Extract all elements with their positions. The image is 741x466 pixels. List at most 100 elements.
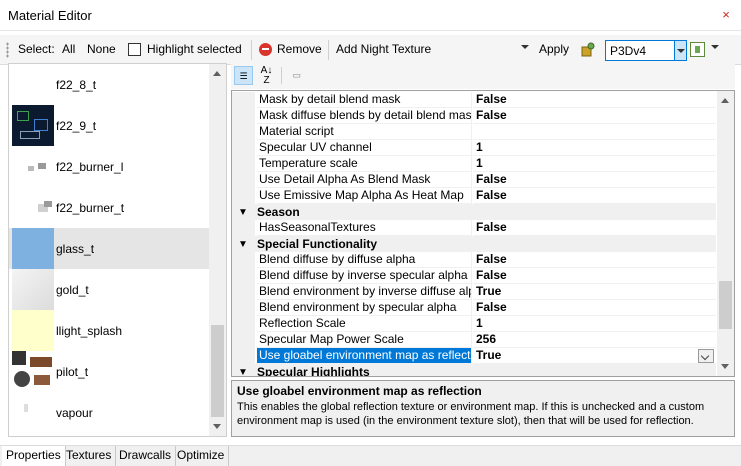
select-all-button[interactable]: All bbox=[62, 42, 75, 56]
texture-thumbnail bbox=[12, 146, 54, 187]
property-value[interactable] bbox=[473, 124, 716, 140]
list-item[interactable]: f22_9_t bbox=[9, 105, 210, 146]
categorized-view-icon[interactable]: ☰ bbox=[234, 66, 253, 85]
list-item[interactable]: gold_t bbox=[9, 269, 210, 310]
property-row[interactable]: Use Detail Alpha As Blend Mask False bbox=[232, 172, 716, 188]
property-name: Mask by detail blend mask bbox=[257, 92, 472, 108]
collapse-icon[interactable]: ▼ bbox=[238, 367, 248, 376]
texture-thumbnail bbox=[12, 228, 54, 269]
close-icon[interactable]: × bbox=[719, 8, 733, 22]
property-value[interactable]: True bbox=[473, 284, 716, 300]
property-value[interactable]: 1 bbox=[473, 140, 716, 156]
alphabetical-sort-icon[interactable]: A↓ Z bbox=[257, 66, 276, 86]
texture-label: f22_8_t bbox=[56, 78, 97, 92]
property-name: Use Emissive Map Alpha As Heat Map bbox=[257, 188, 472, 204]
property-row[interactable]: Mask diffuse blends by detail blend mask… bbox=[232, 108, 716, 124]
property-pages-icon[interactable]: ▭ bbox=[287, 66, 306, 85]
toolbar-grip-icon[interactable] bbox=[6, 42, 9, 58]
list-item[interactable]: glass_t bbox=[9, 228, 210, 269]
platform-select[interactable]: P3Dv4 bbox=[605, 40, 687, 61]
export-icon[interactable] bbox=[690, 42, 705, 57]
property-value[interactable]: False bbox=[473, 252, 716, 268]
scroll-up-icon[interactable] bbox=[213, 71, 221, 76]
property-value-dropdown[interactable]: True bbox=[473, 348, 716, 364]
property-value[interactable]: False bbox=[473, 172, 716, 188]
list-item[interactable]: llight_splash bbox=[9, 310, 210, 351]
property-row[interactable]: Specular UV channel 1 bbox=[232, 140, 716, 156]
category-name: Season bbox=[257, 205, 300, 219]
scroll-down-icon[interactable] bbox=[213, 424, 221, 429]
highlight-selected-checkbox[interactable] bbox=[128, 43, 141, 56]
property-value[interactable]: 1 bbox=[473, 156, 716, 172]
texture-label: llight_splash bbox=[56, 324, 123, 338]
property-value[interactable]: 1 bbox=[473, 316, 716, 332]
property-row[interactable]: Blend diffuse by inverse specular alpha … bbox=[232, 268, 716, 284]
property-row[interactable]: Material script bbox=[232, 124, 716, 140]
property-row[interactable]: Reflection Scale 1 bbox=[232, 316, 716, 332]
description-text: This enables the global reflection textu… bbox=[237, 401, 705, 427]
category-name: Specular Highlights bbox=[257, 365, 370, 377]
property-row[interactable]: Blend environment by specular alpha Fals… bbox=[232, 300, 716, 316]
toolbar: Select: All None Highlight selected Remo… bbox=[0, 35, 741, 65]
collapse-icon[interactable]: ▼ bbox=[238, 207, 248, 218]
property-row[interactable]: Specular Map Power Scale 256 bbox=[232, 332, 716, 348]
chevron-down-icon[interactable] bbox=[698, 349, 714, 363]
texture-thumbnail bbox=[12, 269, 54, 310]
remove-icon[interactable] bbox=[259, 43, 272, 56]
chevron-down-icon[interactable] bbox=[521, 45, 529, 49]
list-item[interactable]: f22_8_t bbox=[9, 64, 210, 105]
property-name: Temperature scale bbox=[257, 156, 472, 172]
description-title: Use gloabel environment map as reflectio… bbox=[237, 384, 482, 398]
chevron-down-icon[interactable] bbox=[711, 45, 719, 49]
list-item[interactable]: f22_burner_t bbox=[9, 187, 210, 228]
category-row-specular-highlights[interactable]: ▼ Specular Highlights bbox=[232, 364, 716, 377]
texture-thumbnail bbox=[12, 105, 54, 146]
property-row[interactable]: Blend diffuse by diffuse alpha False bbox=[232, 252, 716, 268]
texture-label: glass_t bbox=[56, 242, 95, 256]
list-item[interactable]: pilot_t bbox=[9, 351, 210, 392]
list-item[interactable]: vapour bbox=[9, 392, 210, 433]
property-value[interactable]: False bbox=[473, 300, 716, 316]
category-row-season[interactable]: ▼ Season bbox=[232, 204, 716, 220]
title-bar: Material Editor × bbox=[0, 0, 741, 31]
property-row[interactable]: HasSeasonalTextures False bbox=[232, 220, 716, 236]
apply-button[interactable]: Apply bbox=[539, 42, 569, 56]
scroll-down-icon[interactable] bbox=[721, 364, 729, 369]
tab-drawcalls[interactable]: Drawcalls bbox=[115, 446, 177, 466]
puzzle-icon[interactable] bbox=[580, 41, 597, 58]
list-item[interactable]: f22_burner_l bbox=[9, 146, 210, 187]
property-value[interactable]: False bbox=[473, 108, 716, 124]
remove-button[interactable]: Remove bbox=[277, 42, 322, 56]
property-row[interactable]: Mask by detail blend mask False bbox=[232, 92, 716, 108]
property-row-selected[interactable]: Use gloabel environment map as reflectio… bbox=[232, 348, 716, 364]
property-name: Material script bbox=[257, 124, 472, 140]
property-name: HasSeasonalTextures bbox=[257, 220, 472, 236]
tab-properties[interactable]: Properties bbox=[2, 446, 66, 466]
scrollbar-thumb[interactable] bbox=[211, 325, 224, 417]
property-value[interactable]: 256 bbox=[473, 332, 716, 348]
tab-optimize[interactable]: Optimize bbox=[173, 446, 230, 466]
property-name: Blend diffuse by diffuse alpha bbox=[257, 252, 472, 268]
property-row[interactable]: Use Emissive Map Alpha As Heat Map False bbox=[232, 188, 716, 204]
chevron-down-icon[interactable] bbox=[674, 41, 686, 60]
scroll-up-icon[interactable] bbox=[721, 98, 729, 103]
texture-thumbnail bbox=[12, 392, 54, 433]
property-value[interactable]: False bbox=[473, 268, 716, 284]
highlight-selected-label[interactable]: Highlight selected bbox=[147, 42, 242, 56]
property-value[interactable]: False bbox=[473, 92, 716, 108]
property-grid-scrollbar[interactable] bbox=[717, 91, 734, 376]
property-row[interactable]: Blend environment by inverse diffuse alp… bbox=[232, 284, 716, 300]
texture-list-scrollbar[interactable] bbox=[209, 64, 226, 436]
property-value[interactable]: False bbox=[473, 220, 716, 236]
texture-label: gold_t bbox=[56, 283, 89, 297]
texture-label: vapour bbox=[56, 406, 93, 420]
select-none-button[interactable]: None bbox=[87, 42, 116, 56]
scrollbar-thumb[interactable] bbox=[719, 281, 732, 329]
tab-textures[interactable]: Textures bbox=[62, 446, 117, 466]
property-description: Use gloabel environment map as reflectio… bbox=[231, 380, 735, 437]
category-row-special-functionality[interactable]: ▼ Special Functionality bbox=[232, 236, 716, 252]
collapse-icon[interactable]: ▼ bbox=[238, 239, 248, 250]
property-row[interactable]: Temperature scale 1 bbox=[232, 156, 716, 172]
add-night-texture-button[interactable]: Add Night Texture bbox=[336, 42, 431, 56]
property-value[interactable]: False bbox=[473, 188, 716, 204]
